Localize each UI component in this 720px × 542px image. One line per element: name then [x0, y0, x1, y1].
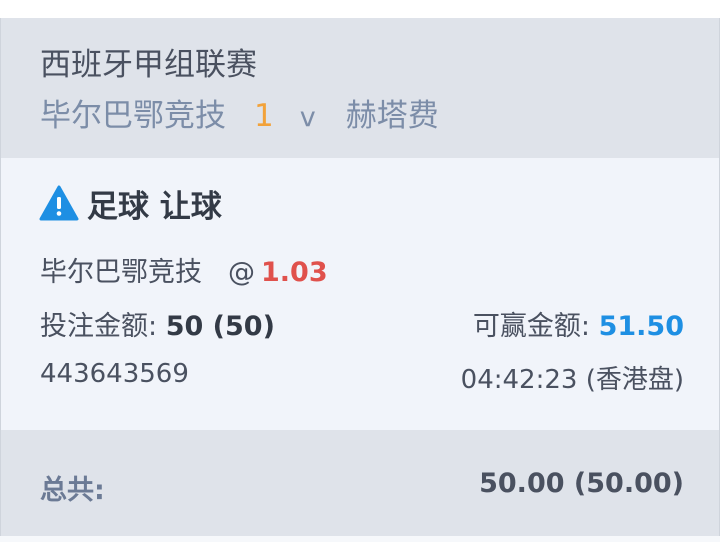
ticket-id: 443643569 [40, 359, 189, 389]
win-label: 可赢金额: [472, 311, 590, 342]
selection-row: 毕尔巴鄂竞技 @1.03 [40, 250, 328, 289]
selection-team: 毕尔巴鄂竞技 [40, 257, 202, 288]
bet-details: 足球 让球 毕尔巴鄂竞技 @1.03 投注金额: 50 (50) 可赢金额: 51… [0, 158, 720, 430]
bet-type-title: 足球 让球 [39, 185, 222, 225]
home-team: 毕尔巴鄂竞技 [40, 98, 226, 134]
stake-value: 50 (50) [165, 311, 275, 342]
bet-slip-card: 西班牙甲组联赛 毕尔巴鄂竞技 1 v 赫塔费 足球 让球 毕尔巴鄂竞技 @1.03 投注… [0, 0, 720, 542]
odds-value: 1.03 [261, 257, 328, 288]
win-value: 51.50 [598, 311, 684, 342]
league-name: 西班牙甲组联赛 [40, 47, 257, 83]
at-sign: @ [228, 257, 255, 288]
total-value: 50.00 (50.00) [479, 468, 684, 499]
warning-icon [39, 185, 79, 221]
bottom-strip [0, 536, 720, 542]
matchup: 毕尔巴鄂竞技 1 v 赫塔费 [40, 96, 439, 138]
total-footer: 总共: 50.00 (50.00) [0, 430, 720, 536]
vs-label: v [299, 102, 316, 133]
win-row: 可赢金额: 51.50 [473, 304, 684, 343]
bet-type-label: 足球 让球 [87, 188, 222, 225]
bet-time: 04:42:23 (香港盘) [460, 365, 684, 395]
total-label: 总共: [40, 475, 105, 506]
stake-label: 投注金额: [40, 311, 158, 342]
away-team: 赫塔费 [345, 98, 439, 134]
stake-row: 投注金额: 50 (50) [40, 304, 275, 343]
match-header: 西班牙甲组联赛 毕尔巴鄂竞技 1 v 赫塔费 [0, 18, 720, 158]
top-strip [0, 0, 720, 18]
score: 1 [254, 98, 274, 134]
